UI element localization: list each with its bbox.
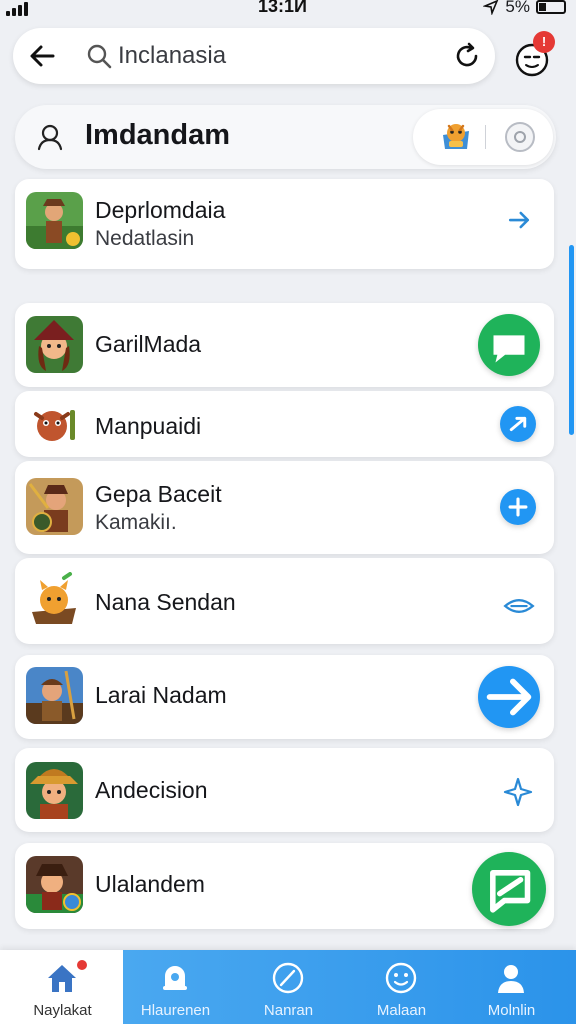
game-mascot-icon[interactable] — [439, 121, 473, 153]
creature-game-icon[interactable] — [26, 396, 83, 453]
arrow-circle-icon — [509, 416, 527, 432]
nav-label-profile: Molnlin — [487, 1002, 536, 1019]
plus-icon — [508, 497, 528, 517]
garilmada-action-button[interactable] — [478, 314, 540, 376]
refresh-icon[interactable] — [451, 40, 483, 72]
nav-label-explore: Nanran — [263, 1002, 314, 1019]
game-card[interactable]: GarilMada — [15, 303, 554, 387]
game-title: GarilMada — [95, 331, 202, 357]
bell-icon — [163, 966, 187, 990]
game-title: Andecision — [95, 777, 208, 803]
nav-item-social[interactable]: Malaan — [344, 950, 459, 1024]
game-card[interactable]: Manpuaidi — [15, 391, 554, 457]
game-card[interactable]: Andecision — [15, 748, 554, 832]
game-title: Deprlomdaia — [95, 197, 226, 223]
actions-divider — [485, 125, 486, 149]
nav-badge — [75, 958, 89, 972]
scrollbar[interactable] — [569, 245, 574, 435]
adventurer-game-icon[interactable] — [26, 192, 83, 249]
battery-icon — [536, 0, 566, 14]
larai-nadam-action-button[interactable] — [478, 666, 540, 728]
nav-item-profile[interactable]: Molnlin — [454, 950, 569, 1024]
user-bar: Imdandam — [15, 105, 556, 169]
search-icon — [87, 44, 112, 69]
search-input[interactable]: Inclanasia — [118, 42, 226, 70]
cat-game-icon[interactable] — [26, 572, 83, 629]
game-title: Ulalandem — [95, 871, 205, 897]
send-icon — [490, 870, 531, 913]
record-icon[interactable] — [503, 120, 537, 154]
sparkle-icon — [503, 777, 533, 807]
chat-bubble-icon — [493, 335, 525, 363]
back-arrow-icon[interactable] — [27, 40, 59, 72]
notification-badge: ! — [533, 31, 555, 53]
game-subtitle: Kamakiı. — [95, 511, 177, 534]
nav-label-alerts: Hlaurenen — [140, 1002, 211, 1019]
nav-label-home: Naylakat — [33, 1002, 92, 1019]
status-bar: 13:1Й 5% — [0, 0, 576, 18]
person-icon — [498, 965, 524, 993]
arrow-right-icon — [486, 678, 532, 716]
game-card[interactable]: Nana Sendan — [15, 558, 554, 644]
game-card[interactable]: Ulalandem — [15, 843, 554, 929]
user-search-icon — [37, 124, 63, 151]
game-subtitle: Nedatlasin — [95, 227, 195, 250]
nav-item-explore[interactable]: Nanran — [231, 950, 346, 1024]
battery-percent: 5% — [505, 0, 530, 16]
eye-icon — [503, 598, 535, 614]
nana-sendan-action-button[interactable] — [502, 589, 536, 623]
status-right: 5% — [483, 0, 566, 17]
smile-icon — [385, 962, 417, 994]
andecision-action-button[interactable] — [502, 776, 534, 808]
pirate-game-icon[interactable] — [26, 856, 83, 913]
game-title: Gepa Baceit — [95, 481, 222, 507]
witch-game-icon[interactable] — [26, 316, 83, 373]
bottom-nav: Naylakat Hlaurenen Nanran Malaan Molnlin — [0, 950, 576, 1024]
nav-item-home[interactable]: Naylakat — [5, 950, 120, 1024]
game-title: Larai Nadam — [95, 682, 227, 708]
nav-label-social: Malaan — [376, 1002, 427, 1019]
gepa-baceit-action-button[interactable] — [500, 489, 536, 525]
ranger-game-icon[interactable] — [26, 762, 83, 819]
warrior-game-icon[interactable] — [26, 478, 83, 535]
game-title: Nana Sendan — [95, 589, 236, 615]
user-actions — [413, 109, 553, 165]
game-card[interactable]: Deprlomdaia Nedatlasin — [15, 179, 554, 269]
hunter-game-icon[interactable] — [26, 667, 83, 724]
arrow-right-icon — [508, 211, 530, 229]
deprlomdaia-action-button[interactable] — [505, 206, 533, 234]
game-card[interactable]: Gepa Baceit Kamakiı. — [15, 461, 554, 554]
search-bar[interactable]: Inclanasia — [13, 28, 495, 84]
manpuaidi-action-button[interactable] — [500, 406, 536, 442]
status-time: 13:1Й — [258, 0, 307, 16]
location-icon — [483, 0, 499, 15]
compass-icon — [272, 962, 304, 994]
nav-item-alerts[interactable]: Hlaurenen — [118, 950, 233, 1024]
ulalandem-action-button[interactable] — [472, 852, 546, 926]
signal-icon — [6, 2, 28, 16]
game-title: Manpuaidi — [95, 413, 202, 439]
game-card[interactable]: Larai Nadam — [15, 655, 554, 739]
user-name: Imdandam — [85, 119, 231, 151]
